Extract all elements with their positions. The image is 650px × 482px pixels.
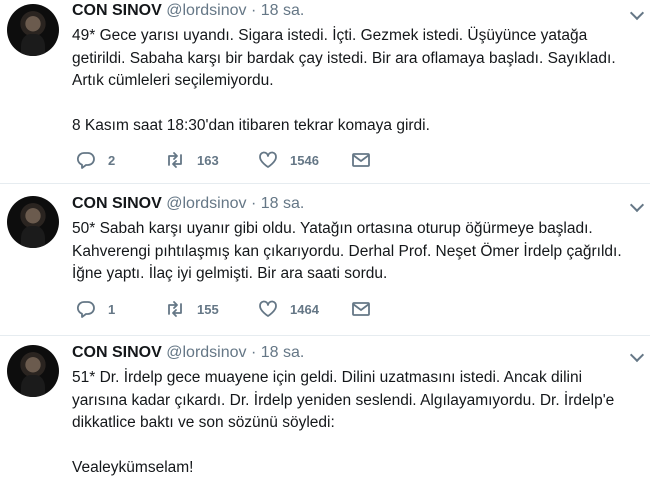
tweet-header: CON SINOV @lordsinov · 18 sa.: [72, 344, 304, 362]
retweet-icon: [165, 151, 185, 169]
heart-icon: [258, 151, 278, 169]
chevron-down-icon[interactable]: [629, 347, 645, 363]
timestamp[interactable]: 18 sa.: [261, 195, 305, 212]
direct-message-button[interactable]: [351, 151, 371, 169]
author-handle[interactable]: @lordsinov: [166, 344, 246, 361]
avatar[interactable]: [7, 345, 59, 397]
tweet-actions: 1 155 1464: [72, 300, 632, 324]
retweet-icon: [165, 300, 185, 318]
avatar[interactable]: [7, 196, 59, 248]
tweet-2[interactable]: CON SINOV @lordsinov · 18 sa. 50* Sabah …: [0, 184, 650, 339]
direct-message-button[interactable]: [351, 300, 371, 318]
timestamp[interactable]: 18 sa.: [261, 344, 305, 361]
tweet-actions: 2 163 1546: [72, 151, 632, 175]
separator-dot: ·: [250, 344, 257, 361]
retweet-button[interactable]: 163: [165, 151, 219, 169]
avatar[interactable]: [7, 4, 59, 56]
like-count: 1464: [290, 301, 319, 317]
author-name[interactable]: CON SINOV: [72, 195, 162, 212]
tweet-1[interactable]: CON SINOV @lordsinov · 18 sa. 49* Gece y…: [0, 0, 650, 182]
envelope-icon: [351, 300, 371, 318]
heart-icon: [258, 300, 278, 318]
tweet-text: 51* Dr. İrdelp gece muayene için geldi. …: [72, 369, 615, 476]
tweet-header: CON SINOV @lordsinov · 18 sa.: [72, 195, 304, 213]
retweet-count: 155: [197, 301, 219, 317]
retweet-count: 163: [197, 152, 219, 168]
reply-button[interactable]: 1: [76, 300, 115, 318]
separator-dot: ·: [250, 2, 257, 19]
tweet-3[interactable]: CON SINOV @lordsinov · 18 sa. 51* Dr. İr…: [0, 336, 650, 482]
chevron-down-icon[interactable]: [629, 5, 645, 21]
reply-button[interactable]: 2: [76, 151, 115, 169]
separator-dot: ·: [250, 195, 257, 212]
tweet-text: 49* Gece yarısı uyandı. Sigara istedi. İ…: [72, 27, 616, 134]
like-button[interactable]: 1546: [258, 151, 319, 169]
chevron-down-icon[interactable]: [629, 197, 645, 213]
author-handle[interactable]: @lordsinov: [166, 2, 246, 19]
tweet-text: 50* Sabah karşı uyanır gibi oldu. Yatağı…: [72, 220, 622, 282]
reply-count: 2: [108, 152, 116, 168]
timestamp[interactable]: 18 sa.: [261, 2, 305, 19]
author-name[interactable]: CON SINOV: [72, 344, 162, 361]
like-count: 1546: [290, 152, 319, 168]
author-name[interactable]: CON SINOV: [72, 2, 162, 19]
like-button[interactable]: 1464: [258, 300, 319, 318]
tweet-header: CON SINOV @lordsinov · 18 sa.: [72, 2, 304, 20]
reply-icon: [76, 300, 96, 318]
reply-count: 1: [108, 301, 116, 317]
reply-icon: [76, 151, 96, 169]
author-handle[interactable]: @lordsinov: [166, 195, 246, 212]
envelope-icon: [351, 151, 371, 169]
retweet-button[interactable]: 155: [165, 300, 219, 318]
